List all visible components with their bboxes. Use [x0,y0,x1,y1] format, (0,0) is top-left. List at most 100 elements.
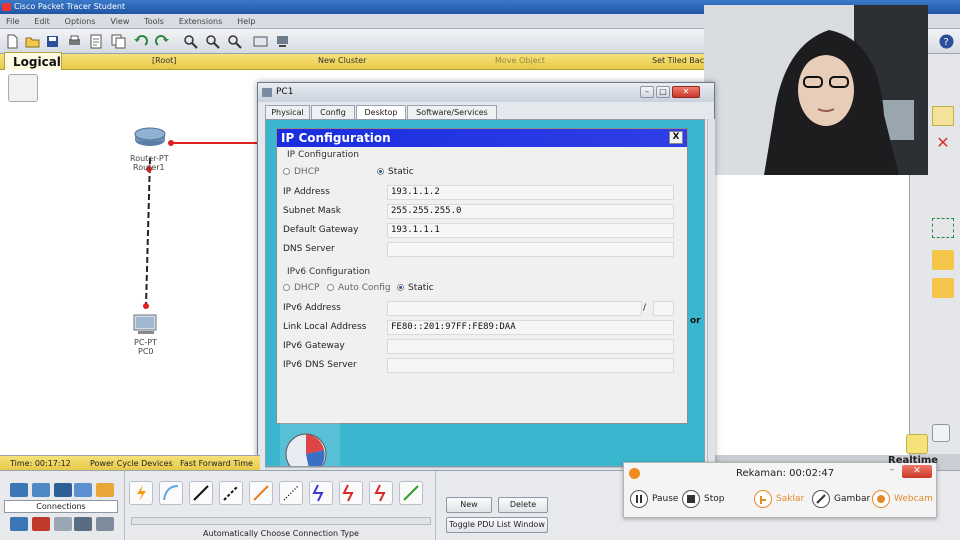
ipv6-static-radio[interactable]: Static [397,283,434,293]
new-cluster-button[interactable]: New Cluster [318,56,366,65]
console-cable-icon[interactable] [159,481,183,505]
zoom-reset-icon[interactable] [204,33,221,50]
note-icon[interactable] [932,106,954,126]
desktop-app-icon[interactable] [280,420,340,467]
end-devices-category-icon[interactable] [10,517,28,531]
reset-view-icon[interactable] [932,424,950,442]
zoom-out-icon[interactable] [226,33,243,50]
fast-forward-button[interactable]: Fast Forward Time [180,456,253,471]
palette-icon[interactable] [252,33,269,50]
menu-edit[interactable]: Edit [28,14,56,29]
select-area-icon[interactable] [932,218,954,238]
ipv6-prefix-field[interactable] [653,301,674,316]
tab-config[interactable]: Config [311,105,355,119]
dns-server-field[interactable] [387,242,674,257]
fiber-cable-icon[interactable] [249,481,273,505]
ipv4-static-radio[interactable]: Static [377,167,414,177]
ip-address-field[interactable]: 193.1.1.2 [387,185,674,200]
webcam-button[interactable]: Webcam [872,489,933,509]
ipv4-dhcp-radio[interactable]: DHCP [283,167,319,177]
wireless-category-icon[interactable] [74,483,92,497]
delete-scenario-button[interactable]: Delete [498,497,548,513]
serial-dce-icon[interactable] [339,481,363,505]
connections-scrollbar[interactable] [131,517,431,525]
new-file-icon[interactable] [4,33,21,50]
phone-cable-icon[interactable] [279,481,303,505]
ipv6-gateway-field[interactable] [387,339,674,354]
device-template-icon[interactable] [274,33,291,50]
security-category-icon[interactable] [32,517,50,531]
add-complex-pdu-icon[interactable] [932,278,954,298]
subnet-mask-field[interactable]: 255.255.255.0 [387,204,674,219]
delete-icon[interactable]: ✕ [932,134,954,154]
realtime-mode-label[interactable]: Realtime [888,455,938,466]
menu-tools[interactable]: Tools [138,14,170,29]
ipv6-dhcp-radio[interactable]: DHCP [283,283,319,293]
serial-dte-icon[interactable] [369,481,393,505]
stop-button[interactable]: Stop [682,489,724,509]
default-gateway-field[interactable]: 193.1.1.1 [387,223,674,238]
tab-software-services[interactable]: Software/Services [407,105,497,119]
maximize-button[interactable]: □ [656,86,670,98]
routers-category-icon[interactable] [10,483,28,497]
tab-physical[interactable]: Physical [265,105,310,119]
menu-view[interactable]: View [104,14,135,29]
activity-wizard-icon[interactable] [88,33,105,50]
saklar-button[interactable]: Saklar [754,489,804,509]
ip-config-close-button[interactable]: X [669,131,683,144]
link-local-address-field[interactable]: FE80::201:97FF:FE89:DAA [387,320,674,335]
multiuser-category-icon[interactable] [96,517,114,531]
redo-icon[interactable] [154,33,171,50]
save-icon[interactable] [44,33,61,50]
octal-cable-icon[interactable] [399,481,423,505]
undo-icon[interactable] [132,33,149,50]
print-icon[interactable] [66,33,83,50]
new-scenario-button[interactable]: New [446,497,492,513]
menu-options[interactable]: Options [59,14,102,29]
menu-file[interactable]: File [0,14,25,29]
straight-through-cable-icon[interactable] [189,481,213,505]
prefix-separator: / [643,303,647,313]
menu-extensions[interactable]: Extensions [173,14,228,29]
ipv6-auto-config-label: Auto Config [338,283,391,293]
toggle-pdu-list-button[interactable]: Toggle PDU List Window [446,517,548,533]
coaxial-cable-icon[interactable] [309,481,333,505]
zoom-in-icon[interactable] [182,33,199,50]
switches-category-icon[interactable] [32,483,50,497]
hubs-category-icon[interactable] [54,483,72,497]
help-icon[interactable]: ? [938,33,955,50]
open-folder-icon[interactable] [24,33,41,50]
recorder-minimize-button[interactable]: – [890,465,895,475]
power-cycle-button[interactable]: Power Cycle Devices [90,456,173,471]
realtime-clock-icon[interactable] [906,434,928,454]
default-gateway-label: Default Gateway [283,225,359,235]
crossover-cable-icon[interactable] [219,481,243,505]
close-window-button[interactable]: ✕ [672,86,700,98]
root-breadcrumb[interactable]: [Root] [152,56,176,65]
nav-icon[interactable] [8,74,38,102]
resize-shape-icon[interactable] [932,190,954,210]
wan-emulation-category-icon[interactable] [54,517,72,531]
pause-button[interactable]: Pause [630,489,678,509]
custom-devices-category-icon[interactable] [74,517,92,531]
ipv6-dns-server-field[interactable] [387,358,674,373]
minimize-button[interactable]: – [640,86,654,98]
logical-tab[interactable]: Logical [4,52,62,72]
move-object-button[interactable]: Move Object [495,56,545,65]
ipv6-static-label: Static [408,283,434,293]
auto-connection-icon[interactable] [129,481,153,505]
add-simple-pdu-icon[interactable] [932,250,954,270]
menu-help[interactable]: Help [231,14,261,29]
vertical-scrollbar[interactable] [707,119,715,467]
inspect-icon[interactable] [932,162,954,182]
app-title: Cisco Packet Tracer Student [14,2,126,11]
copy-icon[interactable] [110,33,127,50]
connections-category-icon[interactable] [96,483,114,497]
ipv6-address-field[interactable] [387,301,642,316]
set-tiled-background-button[interactable]: Set Tiled Bac [652,56,704,65]
pc-icon [133,314,157,334]
recorder-close-button[interactable]: ✕ [902,465,932,478]
gambar-button[interactable]: Gambar [812,489,870,509]
ipv6-auto-config-radio[interactable]: Auto Config [327,283,391,293]
tab-desktop[interactable]: Desktop [356,105,406,120]
